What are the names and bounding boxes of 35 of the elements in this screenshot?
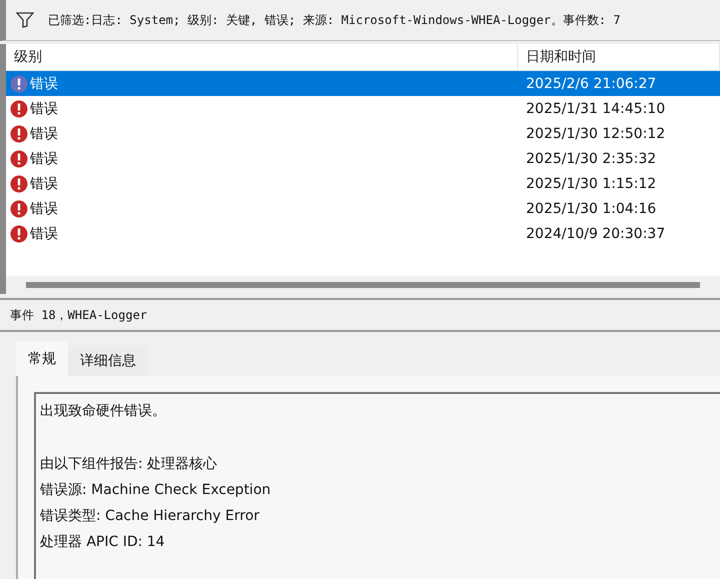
event-title: 事件 18，WHEA-Logger [10,306,148,324]
event-row[interactable]: 错误 2025/2/6 21:06:27 [6,71,720,96]
error-icon [10,74,28,92]
date-time-text: 2025/1/30 12:50:12 [525,126,666,142]
filter-icon [16,12,34,28]
date-time-text: 2025/1/31 14:45:10 [525,100,666,116]
error-icon [10,124,28,142]
date-time-text: 2024/10/9 20:30:37 [525,226,666,242]
level-text: 错误 [30,150,58,168]
tab[interactable]: 常规 [16,342,68,376]
error-icon [10,150,28,168]
message-text: 出现致命硬件错误。 [40,402,167,420]
detail-line: 错误类型: Cache Hierarchy Error [40,507,260,525]
level-text: 错误 [30,200,58,218]
date-time-text: 2025/1/30 2:35:32 [525,150,658,166]
tab[interactable]: 详细信息 [68,346,148,376]
date-time-text: 2025/1/30 1:04:16 [525,200,658,216]
level-text: 错误 [30,100,58,118]
error-icon [10,100,28,118]
detail-line: 错误源: Machine Check Exception [40,481,272,499]
error-icon [10,174,28,192]
date-time-text: 2025/1/30 1:15:12 [525,176,658,192]
date-time-text: 2025/2/6 21:06:27 [525,76,658,92]
column-header[interactable]: 日期和时间 [518,44,720,70]
detail-line: 由以下组件报告: 处理器核心 [40,455,218,473]
level-text: 错误 [30,124,58,142]
level-text: 错误 [30,224,58,242]
filter-summary: 已筛选:日志: System; 级别: 关键, 错误; 来源: Microsoft-Windows-WHEA-Logger。事件数: 7 [48,12,620,28]
error-icon [10,224,28,242]
level-text: 错误 [30,74,58,92]
error-icon [10,200,28,218]
column-header[interactable]: 级别 [6,44,518,70]
detail-line: 处理器 APIC ID: 14 [40,533,166,551]
horizontal-scrollbar[interactable] [6,276,720,294]
level-text: 错误 [30,174,58,192]
